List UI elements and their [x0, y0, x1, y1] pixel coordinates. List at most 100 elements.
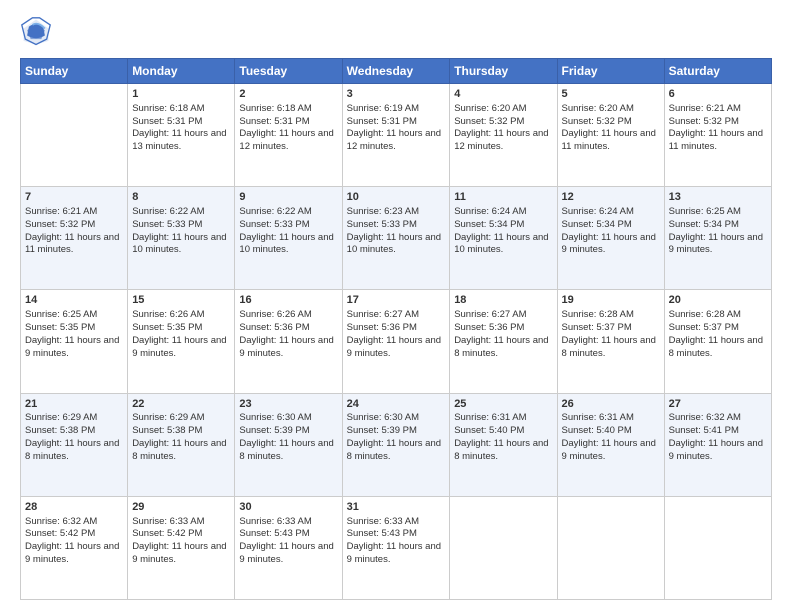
day-number: 16 [239, 293, 337, 308]
sunrise-text: Sunrise: 6:23 AM [347, 206, 446, 219]
sunrise-text: Sunrise: 6:22 AM [132, 206, 230, 219]
daylight-text: Daylight: 11 hours and 10 minutes. [132, 232, 230, 258]
day-number: 6 [669, 87, 767, 102]
daylight-text: Daylight: 11 hours and 9 minutes. [132, 335, 230, 361]
daylight-text: Daylight: 11 hours and 12 minutes. [347, 128, 446, 154]
calendar-cell [450, 496, 557, 599]
sunrise-text: Sunrise: 6:26 AM [132, 309, 230, 322]
sunrise-text: Sunrise: 6:31 AM [562, 412, 660, 425]
calendar-cell [557, 496, 664, 599]
daylight-text: Daylight: 11 hours and 12 minutes. [239, 128, 337, 154]
day-number: 25 [454, 397, 552, 412]
daylight-text: Daylight: 11 hours and 9 minutes. [239, 541, 337, 567]
calendar-cell: 3Sunrise: 6:19 AMSunset: 5:31 PMDaylight… [342, 84, 450, 187]
sunset-text: Sunset: 5:34 PM [562, 219, 660, 232]
daylight-text: Daylight: 11 hours and 10 minutes. [454, 232, 552, 258]
day-number: 2 [239, 87, 337, 102]
sunset-text: Sunset: 5:43 PM [239, 528, 337, 541]
calendar-cell: 16Sunrise: 6:26 AMSunset: 5:36 PMDayligh… [235, 290, 342, 393]
sunset-text: Sunset: 5:41 PM [669, 425, 767, 438]
calendar-cell: 17Sunrise: 6:27 AMSunset: 5:36 PMDayligh… [342, 290, 450, 393]
sunset-text: Sunset: 5:36 PM [239, 322, 337, 335]
daylight-text: Daylight: 11 hours and 11 minutes. [669, 128, 767, 154]
day-number: 22 [132, 397, 230, 412]
daylight-text: Daylight: 11 hours and 8 minutes. [25, 438, 123, 464]
calendar-cell: 24Sunrise: 6:30 AMSunset: 5:39 PMDayligh… [342, 393, 450, 496]
sunrise-text: Sunrise: 6:20 AM [454, 103, 552, 116]
daylight-text: Daylight: 11 hours and 8 minutes. [347, 438, 446, 464]
day-number: 29 [132, 500, 230, 515]
sunrise-text: Sunrise: 6:31 AM [454, 412, 552, 425]
day-number: 4 [454, 87, 552, 102]
day-number: 12 [562, 190, 660, 205]
daylight-text: Daylight: 11 hours and 12 minutes. [454, 128, 552, 154]
sunset-text: Sunset: 5:37 PM [669, 322, 767, 335]
daylight-text: Daylight: 11 hours and 8 minutes. [454, 335, 552, 361]
day-number: 28 [25, 500, 123, 515]
calendar-cell: 2Sunrise: 6:18 AMSunset: 5:31 PMDaylight… [235, 84, 342, 187]
day-header-tuesday: Tuesday [235, 59, 342, 84]
calendar-cell: 9Sunrise: 6:22 AMSunset: 5:33 PMDaylight… [235, 187, 342, 290]
sunset-text: Sunset: 5:38 PM [25, 425, 123, 438]
calendar-cell [664, 496, 771, 599]
daylight-text: Daylight: 11 hours and 9 minutes. [669, 438, 767, 464]
sunrise-text: Sunrise: 6:18 AM [239, 103, 337, 116]
daylight-text: Daylight: 11 hours and 10 minutes. [347, 232, 446, 258]
day-number: 27 [669, 397, 767, 412]
sunrise-text: Sunrise: 6:19 AM [347, 103, 446, 116]
calendar-cell: 27Sunrise: 6:32 AMSunset: 5:41 PMDayligh… [664, 393, 771, 496]
sunset-text: Sunset: 5:37 PM [562, 322, 660, 335]
daylight-text: Daylight: 11 hours and 8 minutes. [562, 335, 660, 361]
day-number: 20 [669, 293, 767, 308]
calendar-cell: 22Sunrise: 6:29 AMSunset: 5:38 PMDayligh… [128, 393, 235, 496]
day-number: 24 [347, 397, 446, 412]
day-number: 7 [25, 190, 123, 205]
daylight-text: Daylight: 11 hours and 9 minutes. [669, 232, 767, 258]
logo [20, 16, 56, 48]
sunset-text: Sunset: 5:33 PM [239, 219, 337, 232]
daylight-text: Daylight: 11 hours and 10 minutes. [239, 232, 337, 258]
daylight-text: Daylight: 11 hours and 9 minutes. [347, 335, 446, 361]
daylight-text: Daylight: 11 hours and 9 minutes. [25, 541, 123, 567]
sunset-text: Sunset: 5:31 PM [132, 116, 230, 129]
day-number: 23 [239, 397, 337, 412]
calendar-cell: 14Sunrise: 6:25 AMSunset: 5:35 PMDayligh… [21, 290, 128, 393]
day-number: 8 [132, 190, 230, 205]
daylight-text: Daylight: 11 hours and 8 minutes. [239, 438, 337, 464]
day-number: 11 [454, 190, 552, 205]
calendar-cell: 19Sunrise: 6:28 AMSunset: 5:37 PMDayligh… [557, 290, 664, 393]
calendar-cell: 28Sunrise: 6:32 AMSunset: 5:42 PMDayligh… [21, 496, 128, 599]
day-number: 19 [562, 293, 660, 308]
calendar-table: SundayMondayTuesdayWednesdayThursdayFrid… [20, 58, 772, 600]
day-number: 21 [25, 397, 123, 412]
calendar-cell: 18Sunrise: 6:27 AMSunset: 5:36 PMDayligh… [450, 290, 557, 393]
sunrise-text: Sunrise: 6:30 AM [239, 412, 337, 425]
day-number: 9 [239, 190, 337, 205]
calendar-header-row: SundayMondayTuesdayWednesdayThursdayFrid… [21, 59, 772, 84]
calendar-cell: 5Sunrise: 6:20 AMSunset: 5:32 PMDaylight… [557, 84, 664, 187]
sunrise-text: Sunrise: 6:30 AM [347, 412, 446, 425]
day-number: 13 [669, 190, 767, 205]
sunset-text: Sunset: 5:36 PM [454, 322, 552, 335]
daylight-text: Daylight: 11 hours and 9 minutes. [347, 541, 446, 567]
calendar-cell: 29Sunrise: 6:33 AMSunset: 5:42 PMDayligh… [128, 496, 235, 599]
calendar-cell: 31Sunrise: 6:33 AMSunset: 5:43 PMDayligh… [342, 496, 450, 599]
daylight-text: Daylight: 11 hours and 9 minutes. [239, 335, 337, 361]
sunset-text: Sunset: 5:31 PM [239, 116, 337, 129]
calendar-cell: 1Sunrise: 6:18 AMSunset: 5:31 PMDaylight… [128, 84, 235, 187]
day-number: 15 [132, 293, 230, 308]
day-header-wednesday: Wednesday [342, 59, 450, 84]
daylight-text: Daylight: 11 hours and 8 minutes. [454, 438, 552, 464]
sunrise-text: Sunrise: 6:24 AM [454, 206, 552, 219]
daylight-text: Daylight: 11 hours and 8 minutes. [132, 438, 230, 464]
daylight-text: Daylight: 11 hours and 11 minutes. [562, 128, 660, 154]
sunset-text: Sunset: 5:39 PM [347, 425, 446, 438]
sunrise-text: Sunrise: 6:18 AM [132, 103, 230, 116]
calendar-cell: 4Sunrise: 6:20 AMSunset: 5:32 PMDaylight… [450, 84, 557, 187]
sunrise-text: Sunrise: 6:33 AM [347, 516, 446, 529]
calendar-cell: 12Sunrise: 6:24 AMSunset: 5:34 PMDayligh… [557, 187, 664, 290]
day-header-monday: Monday [128, 59, 235, 84]
calendar-cell: 13Sunrise: 6:25 AMSunset: 5:34 PMDayligh… [664, 187, 771, 290]
sunset-text: Sunset: 5:34 PM [669, 219, 767, 232]
logo-icon [20, 16, 52, 48]
